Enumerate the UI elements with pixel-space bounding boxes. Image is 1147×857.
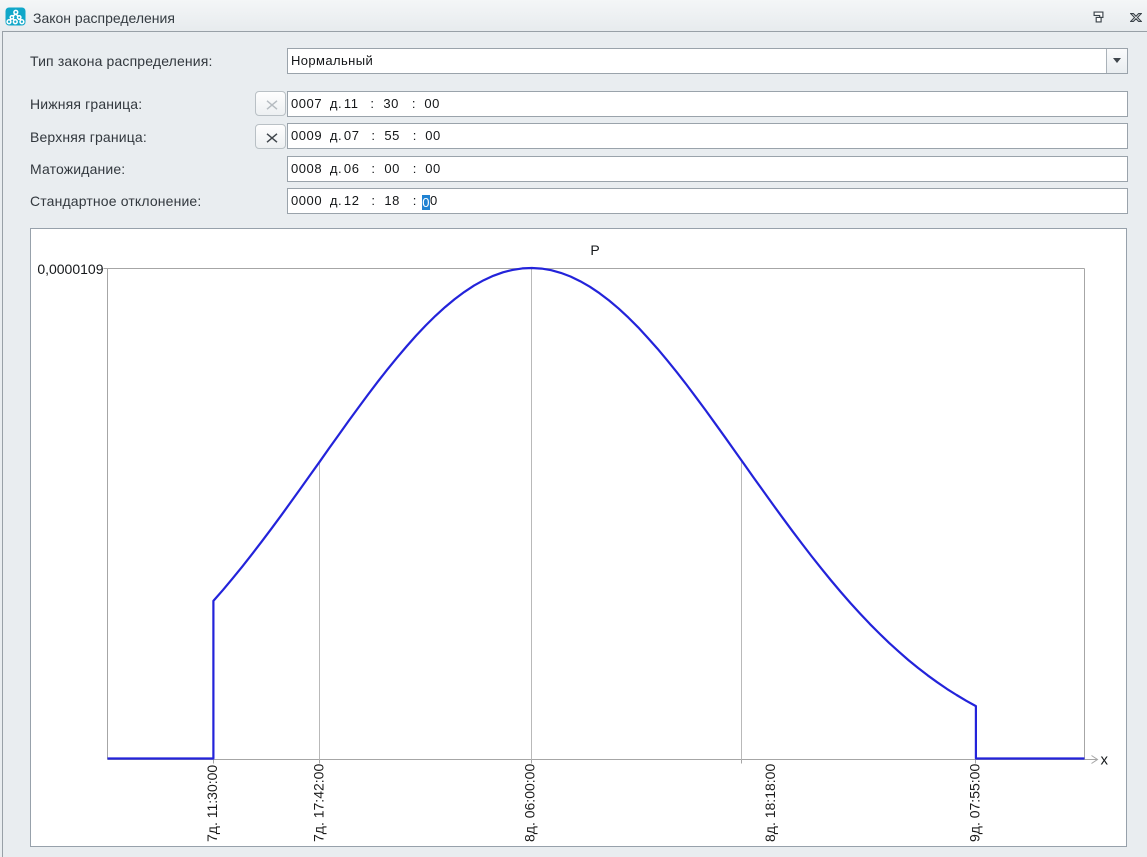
svg-text:x: x <box>1101 752 1109 769</box>
svg-text:9д. 07:55:00: 9д. 07:55:00 <box>967 764 983 842</box>
svg-text:8д. 18:18:00: 8д. 18:18:00 <box>762 764 778 842</box>
svg-text:8д. 06:00:00: 8д. 06:00:00 <box>522 764 538 842</box>
svg-text:P: P <box>590 242 599 258</box>
svg-text:7д. 11:30:00: 7д. 11:30:00 <box>204 765 220 842</box>
svg-text:7д. 17:42:00: 7д. 17:42:00 <box>311 764 327 842</box>
svg-text:0,0000109: 0,0000109 <box>37 261 103 277</box>
